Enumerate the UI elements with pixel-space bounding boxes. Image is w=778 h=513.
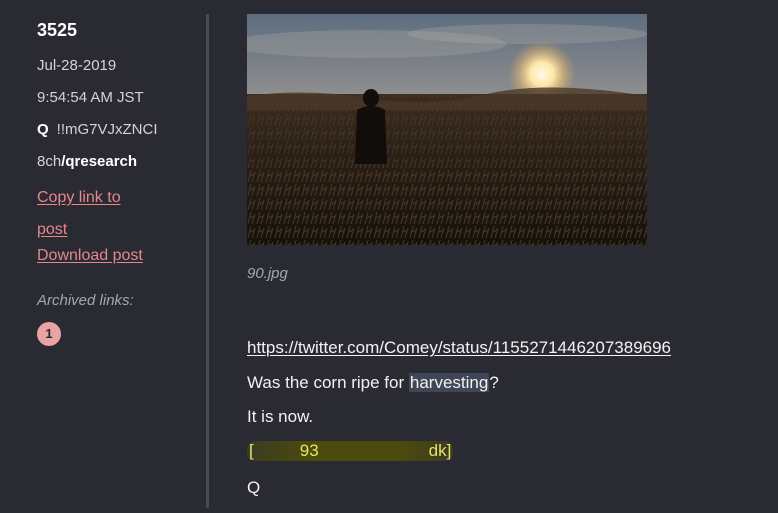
- highlighted-word: harvesting: [408, 373, 490, 392]
- post-signature: Q: [247, 478, 261, 497]
- line1-end: ?: [489, 373, 499, 392]
- tweet-link[interactable]: https://twitter.com/Comey/status/1155271…: [247, 338, 671, 358]
- post-line-3: [93 dk]: [247, 441, 454, 461]
- post-date: Jul-28-2019: [37, 57, 117, 74]
- stringer-end: dk]: [428, 441, 452, 460]
- stringer-open: [: [249, 441, 254, 460]
- post-line-1: Was the corn ripe for harvesting?: [247, 373, 499, 393]
- author-trip: Q !!mG7VJxZNCI: [37, 121, 158, 138]
- board-label: 8ch/qresearch: [37, 153, 137, 170]
- line1-text: Was the corn ripe for: [247, 373, 409, 392]
- post-page: 3525 Jul-28-2019 9:54:54 AM JST Q !!mG7VJ…: [0, 0, 778, 513]
- download-post-button[interactable]: Download post: [37, 247, 143, 265]
- board-prefix: 8ch: [37, 153, 62, 170]
- stringer-number: 93: [299, 441, 319, 460]
- author-name: Q: [37, 121, 49, 138]
- archived-links-label: Archived links:: [37, 292, 134, 309]
- stringer-highlight: [93 dk]: [247, 441, 454, 461]
- copy-link-button[interactable]: Copy link to post: [37, 182, 147, 246]
- post-line-2: It is now.: [247, 407, 314, 426]
- archive-link-1[interactable]: 1: [37, 322, 61, 346]
- column-divider: [206, 14, 209, 508]
- image-filename: 90.jpg: [247, 265, 288, 282]
- photo-sunset-cornfield-icon: [247, 14, 647, 245]
- tripcode: !!mG7VJxZNCI: [56, 121, 158, 138]
- post-number: 3525: [37, 20, 78, 40]
- board-name: /qresearch: [61, 153, 138, 170]
- post-image[interactable]: [247, 14, 647, 245]
- post-time: 9:54:54 AM JST: [37, 89, 144, 106]
